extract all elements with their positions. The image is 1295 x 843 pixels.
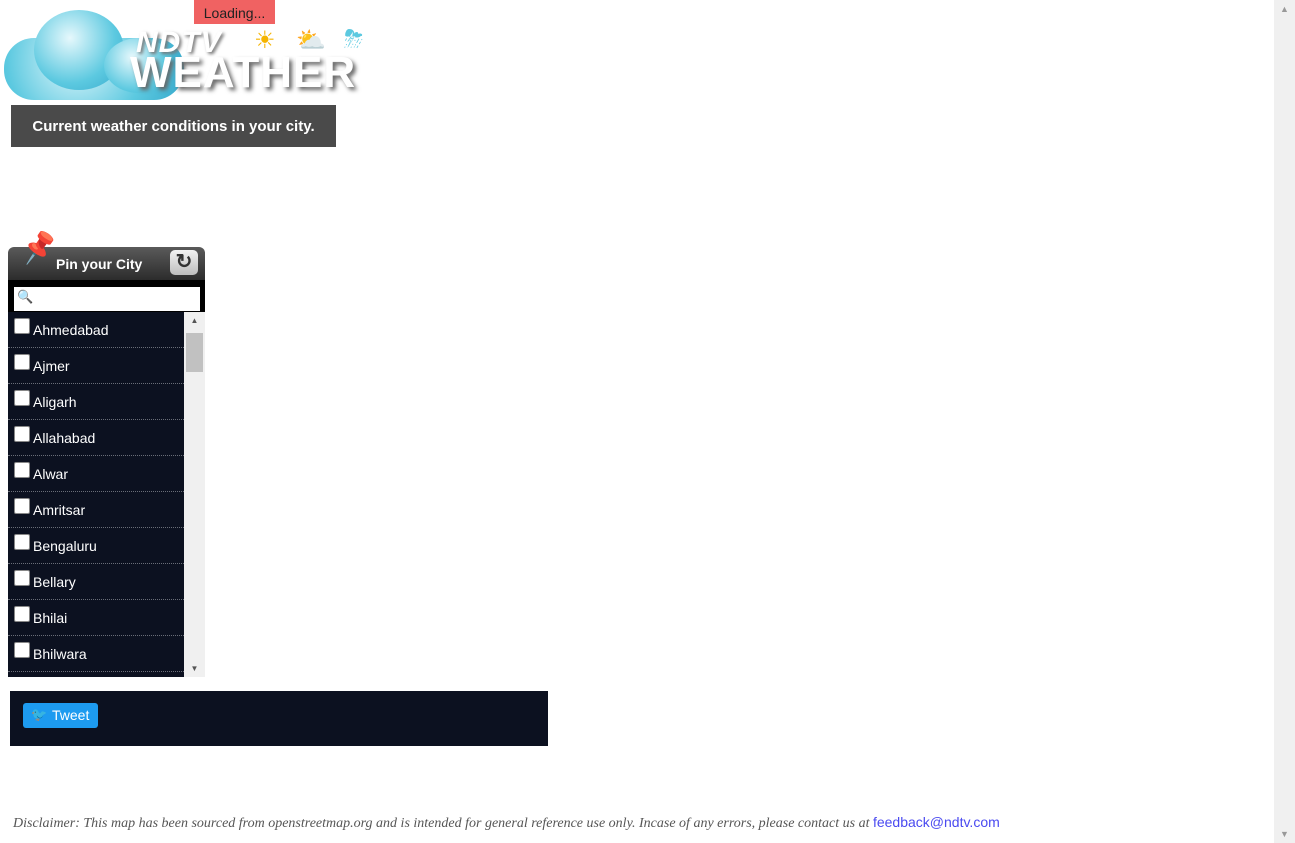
page-scrollbar[interactable]: ▲ ▼ [1274, 0, 1295, 843]
city-name: Bellary [33, 573, 76, 590]
disclaimer: Disclaimer: This map has been sourced fr… [13, 814, 1000, 832]
thunderstorm-icon: ⛈ [344, 26, 364, 53]
city-checkbox[interactable] [14, 425, 30, 442]
city-list-item[interactable]: Allahabad [8, 420, 184, 456]
city-checkbox[interactable] [14, 641, 30, 658]
city-list-item[interactable]: Ahmedabad [8, 312, 184, 348]
pin-city-header: 📌 Pin your City ↻ [8, 229, 205, 280]
feedback-email-link[interactable]: feedback@ndtv.com [873, 814, 1000, 830]
city-list-item[interactable]: Ajmer [8, 348, 184, 384]
twitter-bird-icon: 🐦 [31, 707, 48, 722]
share-panel: 🐦 Tweet [10, 691, 548, 746]
page-scroll-up-arrow[interactable]: ▲ [1274, 4, 1295, 14]
city-list-item[interactable]: Bengaluru [8, 528, 184, 564]
city-name: Bhilai [33, 609, 68, 626]
city-name: Bengaluru [33, 537, 97, 554]
page-scroll-down-arrow[interactable]: ▼ [1274, 829, 1295, 839]
city-name: Amritsar [33, 501, 86, 518]
city-checkbox[interactable] [14, 605, 30, 622]
city-list-item[interactable]: Bellary [8, 564, 184, 600]
pushpin-icon: 📌 [19, 229, 60, 266]
city-name: Ajmer [33, 357, 70, 374]
city-name: Ahmedabad [33, 321, 109, 338]
city-list-item[interactable]: Bhilai [8, 600, 184, 636]
tweet-button[interactable]: 🐦 Tweet [23, 703, 98, 728]
tweet-label: Tweet [52, 707, 90, 723]
city-checkbox[interactable] [14, 353, 30, 370]
city-list-item[interactable]: Alwar [8, 456, 184, 492]
refresh-icon: ↻ [175, 251, 193, 273]
city-list: Ahmedabad Ajmer Aligarh Allahabad Alwar Amrit… [8, 312, 184, 677]
city-list-item[interactable]: Aligarh [8, 384, 184, 420]
city-checkbox[interactable] [14, 461, 30, 478]
city-list-scrollbar[interactable]: ▲ ▼ [184, 312, 205, 677]
sun-icon: ☀ [254, 27, 276, 54]
partly-cloudy-icon: ⛅ [296, 27, 326, 54]
city-name: Alwar [33, 465, 69, 482]
city-list-item[interactable]: Bhilwara [8, 636, 184, 672]
city-name: Bhilwara [33, 645, 87, 662]
city-search-input[interactable] [14, 287, 200, 311]
city-list-item[interactable] [8, 672, 184, 677]
city-checkbox[interactable] [14, 317, 30, 334]
scroll-down-arrow[interactable]: ▼ [184, 664, 205, 673]
scroll-up-arrow[interactable]: ▲ [184, 316, 205, 325]
city-checkbox[interactable] [14, 389, 30, 406]
city-checkbox[interactable] [14, 497, 30, 514]
pin-city-title: Pin your City [56, 256, 143, 272]
scrollbar-thumb[interactable] [186, 333, 203, 372]
logo-text-weather: WEATHER [130, 48, 357, 97]
city-list-item[interactable]: Amritsar [8, 492, 184, 528]
disclaimer-text: Disclaimer: This map has been sourced fr… [13, 816, 873, 831]
city-checkbox[interactable] [14, 533, 30, 550]
city-name: Allahabad [33, 429, 96, 446]
refresh-button[interactable]: ↻ [170, 250, 198, 275]
city-checkbox[interactable] [14, 569, 30, 586]
page-subtitle: Current weather conditions in your city. [11, 105, 336, 147]
ndtv-weather-logo[interactable]: NDTV WEATHER ☀ ⛅ ⛈ [4, 8, 384, 103]
city-search-bar: 🔍 [8, 280, 205, 312]
search-icon: 🔍 [17, 289, 34, 304]
city-name: Aligarh [33, 393, 77, 410]
